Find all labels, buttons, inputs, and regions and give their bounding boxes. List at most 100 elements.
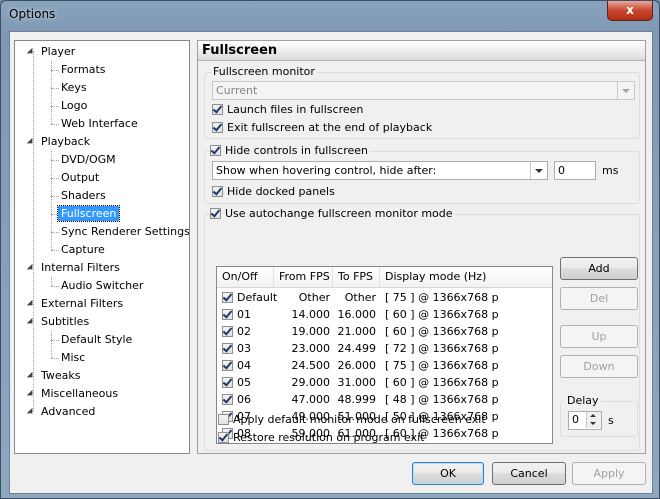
delay-spinner[interactable]: 0 [568, 411, 602, 430]
row-display-mode: [ 60 ] @ 1366x768 p [385, 376, 499, 389]
row-onoff-cell: 05 [222, 374, 251, 391]
check-icon[interactable] [222, 292, 233, 303]
hide-docked-checkbox[interactable]: Hide docked panels [212, 185, 335, 199]
row-onoff-cell: 04 [222, 357, 251, 374]
row-display-mode: [ 72 ] @ 1366x768 p [385, 342, 499, 355]
row-from-fps: 19.000 [291, 325, 331, 338]
tree-item-label: Audio Switcher [61, 279, 144, 292]
add-button[interactable]: Add [560, 257, 638, 280]
tree-item[interactable]: Capture [61, 241, 105, 259]
tree-connector [51, 250, 59, 251]
tree-item[interactable]: Shaders [61, 187, 106, 205]
cancel-button[interactable]: Cancel [492, 462, 566, 485]
tree-connector [51, 178, 59, 179]
hide-mode-select[interactable]: Show when hovering control, hide after: [212, 161, 548, 180]
title-bar[interactable]: Options x [1, 1, 659, 29]
monitor-select[interactable]: Current [212, 81, 635, 100]
tree-item[interactable]: Fullscreen [56, 205, 121, 223]
tree-item[interactable]: Misc [61, 349, 85, 367]
close-icon: x [626, 3, 634, 17]
check-icon [218, 432, 229, 443]
launch-fullscreen-checkbox[interactable]: Launch files in fullscreen [212, 103, 363, 117]
panel-title: Fullscreen [198, 41, 645, 61]
tree-item[interactable]: Subtitles [26, 313, 89, 331]
tree-connector [51, 214, 52, 232]
tree-item[interactable]: Audio Switcher [61, 277, 143, 295]
tree-connector [51, 214, 59, 215]
tree-item[interactable]: Logo [61, 97, 87, 115]
close-button[interactable]: x [607, 1, 653, 21]
tree-connector [51, 340, 59, 341]
del-button[interactable]: Del [560, 287, 638, 310]
tree-item[interactable]: Internal Filters [26, 259, 120, 277]
check-icon [212, 186, 223, 197]
column-header-display-mode[interactable]: Display mode (Hz) [380, 267, 552, 287]
table-row[interactable]: 05 29.000 31.000 [ 60 ] @ 1366x768 p [217, 374, 552, 391]
table-row[interactable]: 02 19.000 21.000 [ 60 ] @ 1366x768 p [217, 323, 552, 340]
tree-item[interactable]: Player [26, 43, 75, 61]
apply-default-checkbox[interactable]: Apply default monitor mode on fullscreen… [218, 413, 486, 427]
column-header-from-fps[interactable]: From FPS [274, 267, 333, 287]
tree-item[interactable]: Sync Renderer Settings [61, 223, 190, 241]
spin-down-icon[interactable] [586, 420, 601, 428]
tree-item[interactable]: Output [61, 169, 99, 187]
tree-item[interactable]: Playback [26, 133, 90, 151]
ok-button[interactable]: OK [412, 462, 484, 485]
tree-connector [51, 196, 52, 214]
tree-item[interactable]: DVD/OGM [61, 151, 116, 169]
table-row[interactable]: Default Other Other [ 75 ] @ 1366x768 p [217, 289, 552, 306]
tree-connector [51, 160, 52, 178]
tree-item-label: Misc [61, 351, 86, 364]
tree-connector [51, 106, 59, 107]
delay-value: 0 [572, 413, 579, 426]
tree-connector [51, 178, 52, 196]
check-icon[interactable] [222, 326, 233, 337]
exit-fullscreen-checkbox[interactable]: Exit fullscreen at the end of playback [212, 121, 432, 135]
tree-item-label: Fullscreen [56, 205, 121, 222]
up-button[interactable]: Up [560, 325, 638, 348]
tree-item[interactable]: Web Interface [61, 115, 138, 133]
apply-default-label: Apply default monitor mode on fullscreen… [233, 413, 486, 426]
tree-item-label: Sync Renderer Settings [61, 225, 190, 238]
tree-item[interactable]: Tweaks [26, 367, 81, 385]
row-onoff-cell: 03 [222, 340, 251, 357]
table-row[interactable]: 06 47.000 48.999 [ 48 ] @ 1366x768 p [217, 391, 552, 408]
table-row[interactable]: 01 14.000 16.000 [ 60 ] @ 1366x768 p [217, 306, 552, 323]
tree-item[interactable]: Keys [61, 79, 87, 97]
check-icon[interactable] [222, 394, 233, 405]
autochange-checkbox[interactable]: Use autochange fullscreen monitor mode [210, 207, 455, 221]
tree-item[interactable]: Formats [61, 61, 106, 79]
check-icon[interactable] [222, 343, 233, 354]
row-to-fps: Other [344, 291, 376, 304]
tree-item[interactable]: Miscellaneous [26, 385, 118, 403]
check-icon[interactable] [222, 377, 233, 388]
column-header-onoff[interactable]: On/Off [217, 267, 274, 287]
spin-up-icon[interactable] [586, 412, 601, 420]
row-from-fps: Other [298, 291, 330, 304]
row-from-fps: 14.000 [291, 308, 331, 321]
row-display-mode: [ 60 ] @ 1366x768 p [385, 308, 499, 321]
column-header-to-fps[interactable]: To FPS [333, 267, 380, 287]
check-icon[interactable] [222, 360, 233, 371]
apply-button[interactable]: Apply [572, 462, 646, 485]
tree-item[interactable]: Advanced [26, 403, 95, 421]
check-icon[interactable] [222, 309, 233, 320]
row-to-fps: 21.000 [337, 325, 377, 338]
tree-connector [51, 232, 52, 250]
chevron-down-icon [617, 82, 634, 99]
hide-delay-unit: ms [602, 164, 619, 177]
dialog-client: Player Formats Keys Logo Web Interface Playba… [9, 31, 653, 494]
tree-connector [51, 286, 59, 287]
tree-connector [51, 160, 59, 161]
restore-resolution-checkbox[interactable]: Restore resolution on program exit [218, 431, 424, 445]
row-onoff-cell: Default [222, 289, 277, 306]
tree-item[interactable]: External Filters [26, 295, 123, 313]
check-icon [210, 145, 221, 156]
table-row[interactable]: 04 24.500 26.000 [ 75 ] @ 1366x768 p [217, 357, 552, 374]
hide-controls-checkbox[interactable]: Hide controls in fullscreen [210, 144, 370, 158]
table-row[interactable]: 03 23.000 24.499 [ 72 ] @ 1366x768 p [217, 340, 552, 357]
hide-delay-input[interactable]: 0 [554, 161, 596, 180]
down-button[interactable]: Down [560, 355, 638, 378]
tree-item[interactable]: Default Style [61, 331, 132, 349]
check-icon [212, 122, 223, 133]
